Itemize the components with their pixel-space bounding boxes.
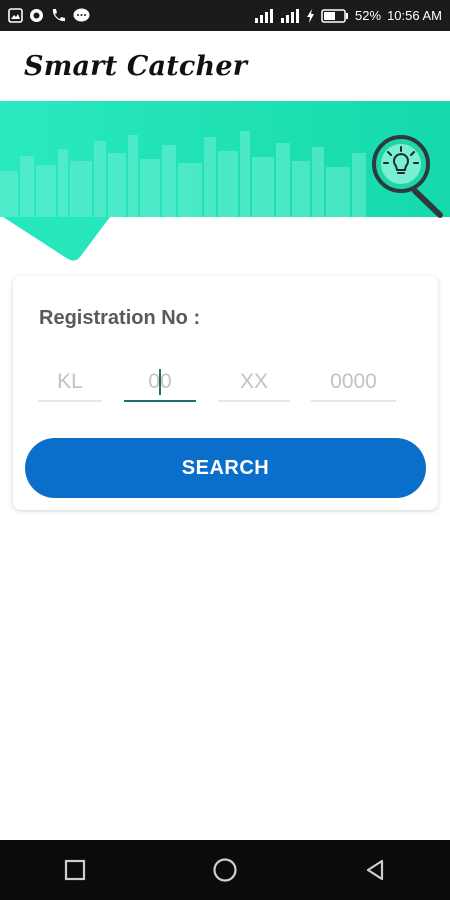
battery-icon	[321, 8, 349, 23]
signal-icon	[280, 8, 300, 23]
system-nav-bar	[0, 840, 450, 900]
number-input[interactable]	[311, 369, 396, 395]
series-code-field[interactable]	[218, 366, 290, 402]
text-cursor	[159, 369, 161, 395]
registration-card: Registration No : SEARCH	[13, 276, 438, 510]
home-icon[interactable]	[195, 840, 255, 900]
district-code-field[interactable]	[124, 366, 196, 402]
recent-apps-icon[interactable]	[45, 840, 105, 900]
app-bar: Smart Catcher	[0, 31, 450, 101]
clock: 10:56 AM	[387, 8, 442, 23]
series-code-underline	[218, 400, 290, 402]
state-code-input[interactable]	[38, 369, 102, 395]
number-underline	[311, 400, 396, 402]
search-button[interactable]: SEARCH	[25, 438, 426, 498]
registration-label: Registration No :	[39, 307, 201, 329]
status-right: 52% 10:56 AM	[254, 8, 442, 23]
magnifier-bulb-icon	[372, 135, 443, 218]
call-icon	[50, 8, 67, 23]
app-title: Smart Catcher	[24, 50, 248, 82]
back-icon[interactable]	[345, 840, 405, 900]
chat-icon	[73, 8, 90, 23]
signal-icon	[254, 8, 274, 23]
state-code-underline	[38, 400, 102, 402]
charging-icon	[306, 8, 315, 23]
state-code-field[interactable]	[38, 366, 102, 402]
banner-notch	[0, 217, 110, 261]
series-code-input[interactable]	[218, 369, 290, 395]
district-code-underline	[124, 400, 196, 402]
gallery-icon	[8, 8, 23, 23]
status-bar: 52% 10:56 AM	[0, 0, 450, 31]
number-field[interactable]	[311, 366, 396, 402]
battery-percent: 52%	[355, 8, 382, 23]
circle-app-icon	[29, 8, 44, 23]
status-left	[8, 8, 90, 23]
